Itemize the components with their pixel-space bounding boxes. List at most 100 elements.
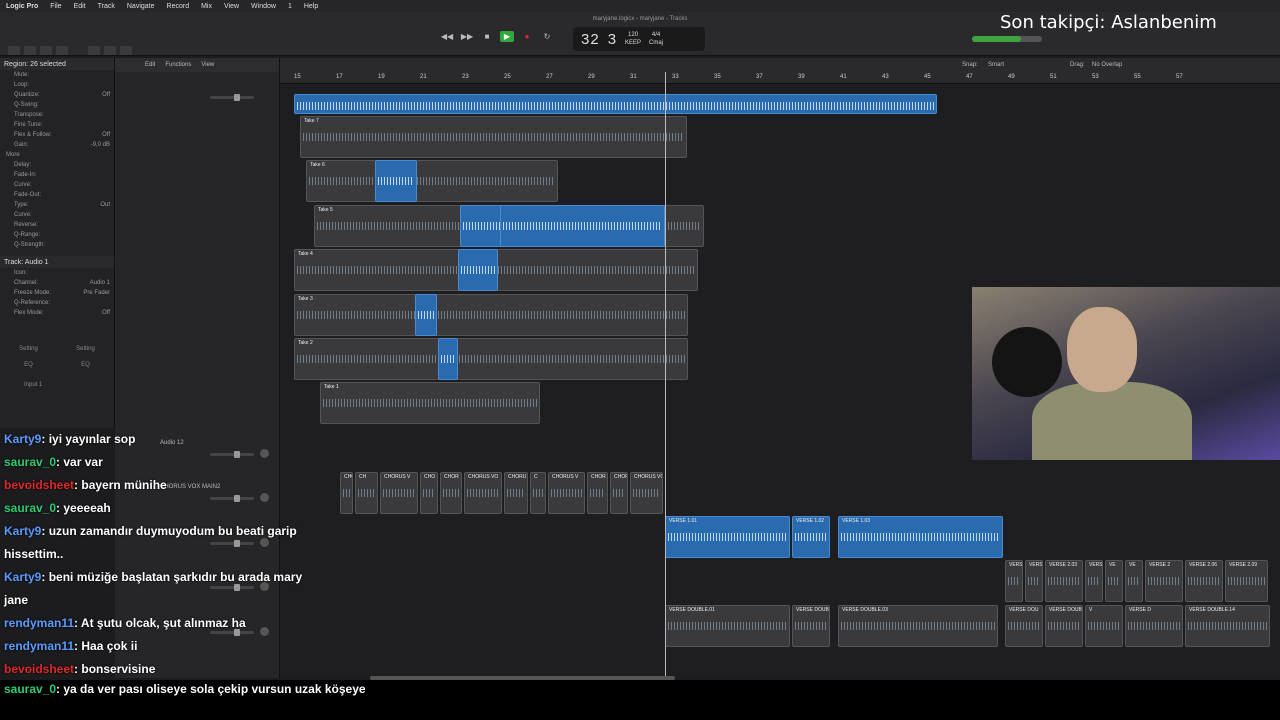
audio-region[interactable]: CHORUS VO xyxy=(630,472,663,514)
audio-region[interactable]: VERSE DOUBLE.01 xyxy=(665,605,790,647)
track-param-row[interactable]: Freeze Mode: Pre Fader xyxy=(0,288,114,298)
audio-region[interactable]: Take 3 xyxy=(294,294,688,336)
quick-help-button[interactable] xyxy=(40,46,52,55)
audio-region[interactable]: Take 6 xyxy=(306,160,558,202)
track-inspector-header[interactable]: Track: Audio 1 xyxy=(0,256,114,268)
menu-track[interactable]: Track xyxy=(98,3,115,10)
stop-button[interactable]: ■ xyxy=(480,31,494,42)
lcd-display[interactable]: 32 3 120 KEEP 4/4 Cmaj xyxy=(573,27,705,51)
more-param-row[interactable]: Delay: xyxy=(0,160,114,170)
region-inspector-header[interactable]: Region: 26 selected xyxy=(0,58,114,70)
track-param-value[interactable]: Audio 1 xyxy=(90,280,110,286)
region-param-row[interactable]: Mute: xyxy=(0,70,114,80)
menu-window[interactable]: Window xyxy=(251,3,276,10)
audio-region[interactable]: VERSE 2.03 xyxy=(1045,560,1083,602)
audio-region[interactable]: VERSE DOU xyxy=(1005,605,1043,647)
toolbar-button[interactable] xyxy=(56,46,68,55)
rewind-button[interactable]: ◀◀ xyxy=(440,31,454,42)
menu-edit[interactable]: Edit xyxy=(74,3,86,10)
audio-region[interactable]: CHO xyxy=(420,472,438,514)
audio-region[interactable]: VERSE 2.09 xyxy=(1225,560,1268,602)
eq-button-1[interactable]: EQ xyxy=(24,362,33,368)
input-slot[interactable]: Input 1 xyxy=(24,382,114,388)
view-menu[interactable]: View xyxy=(201,62,214,68)
volume-fader[interactable] xyxy=(210,94,254,101)
audio-region[interactable]: VE xyxy=(1105,560,1123,602)
more-param-row[interactable]: Fade-Out: xyxy=(0,190,114,200)
more-param-row[interactable]: Curve: xyxy=(0,180,114,190)
more-param-row[interactable]: Fade-In: xyxy=(0,170,114,180)
menu-1[interactable]: 1 xyxy=(288,3,292,10)
audio-region[interactable] xyxy=(415,294,437,336)
more-param-value[interactable]: Out xyxy=(100,202,110,208)
audio-region[interactable]: CHOR xyxy=(610,472,628,514)
functions-menu[interactable]: Functions xyxy=(165,62,191,68)
drag-menu[interactable]: No Overlap xyxy=(1092,62,1122,68)
audio-region[interactable]: CHORUS VO xyxy=(464,472,502,514)
audio-region[interactable] xyxy=(458,249,498,291)
more-param-row[interactable]: Type: Out xyxy=(0,200,114,210)
region-param-row[interactable]: Fine Tune: xyxy=(0,120,114,130)
region-param-value[interactable]: Off xyxy=(102,132,110,138)
master-volume-slider[interactable] xyxy=(972,36,1042,42)
menu-view[interactable]: View xyxy=(224,3,239,10)
audio-region[interactable]: VE xyxy=(1125,560,1143,602)
audio-region[interactable]: VERSE 2 xyxy=(1145,560,1183,602)
region-param-row[interactable]: Loop: xyxy=(0,80,114,90)
audio-region[interactable]: VERS xyxy=(1005,560,1023,602)
track-param-value[interactable]: Off xyxy=(102,310,110,316)
audio-region[interactable]: VERS xyxy=(1025,560,1043,602)
region-param-row[interactable]: Gain: -9,0 dB xyxy=(0,140,114,150)
audio-region[interactable]: CHORUS V xyxy=(548,472,585,514)
audio-region[interactable]: CHORU xyxy=(340,472,353,514)
audio-region[interactable]: VERSE 1.02 xyxy=(792,516,830,558)
library-button[interactable] xyxy=(8,46,20,55)
audio-region[interactable]: VERSE 1.03 xyxy=(838,516,1003,558)
audio-region[interactable]: VERS xyxy=(1085,560,1103,602)
menu-record[interactable]: Record xyxy=(167,3,190,10)
app-menu[interactable]: Logic Pro xyxy=(6,3,38,10)
audio-region[interactable]: VERSE 1.01 xyxy=(665,516,790,558)
region-param-value[interactable]: -9,0 dB xyxy=(91,142,110,148)
audio-region[interactable] xyxy=(294,94,937,114)
edit-menu[interactable]: Edit xyxy=(145,62,155,68)
audio-region[interactable] xyxy=(438,338,458,380)
audio-region[interactable]: VERSE DOUBL xyxy=(792,605,830,647)
audio-region[interactable]: CHOR xyxy=(587,472,608,514)
track-param-value[interactable]: Pre Fader xyxy=(83,290,110,296)
menu-file[interactable]: File xyxy=(50,3,61,10)
region-param-row[interactable]: Quantize: Off xyxy=(0,90,114,100)
audio-region[interactable]: VERSE DOUB xyxy=(1045,605,1083,647)
audio-region[interactable] xyxy=(500,205,665,247)
setting-button-2[interactable]: Setting xyxy=(76,346,95,352)
track-param-row[interactable]: Q-Reference: xyxy=(0,298,114,308)
track-param-row[interactable]: Channel: Audio 1 xyxy=(0,278,114,288)
cycle-button[interactable]: ↻ xyxy=(540,31,554,42)
audio-region[interactable]: Take 2 xyxy=(294,338,688,380)
forward-button[interactable]: ▶▶ xyxy=(460,31,474,42)
track-param-row[interactable]: Flex Mode: Off xyxy=(0,308,114,318)
audio-region[interactable]: Take 1 xyxy=(320,382,540,424)
more-param-row[interactable]: Reverse: xyxy=(0,220,114,230)
more-param-row[interactable]: Q-Strength: xyxy=(0,240,114,250)
audio-region[interactable]: VERSE D xyxy=(1125,605,1183,647)
audio-region[interactable]: VERSE DOUBLE.03 xyxy=(838,605,998,647)
audio-region[interactable]: VERSE 2.06 xyxy=(1185,560,1223,602)
region-param-row[interactable]: Flex & Follow: Off xyxy=(0,130,114,140)
audio-region[interactable]: C xyxy=(530,472,546,514)
audio-region[interactable]: V xyxy=(1085,605,1123,647)
region-param-value[interactable]: Off xyxy=(102,92,110,98)
more-param-row[interactable]: Curve: xyxy=(0,210,114,220)
audio-region[interactable]: VERSE DOUBLE.14 xyxy=(1185,605,1270,647)
audio-region[interactable]: Take 7 xyxy=(300,116,687,158)
bar-ruler[interactable]: 15 17 19 21 23 25 27 29 31 33 35 37 39 41 43 45 47 49 51 53… xyxy=(280,72,1280,84)
record-button[interactable]: ● xyxy=(520,31,534,42)
more-param-row[interactable]: Q-Range: xyxy=(0,230,114,240)
audio-region[interactable]: CH xyxy=(355,472,378,514)
inspector-button[interactable] xyxy=(24,46,36,55)
region-param-row[interactable]: Transpose: xyxy=(0,110,114,120)
smart-controls-button[interactable] xyxy=(88,46,100,55)
audio-region[interactable]: CHORU xyxy=(504,472,528,514)
audio-region[interactable]: CHORUS V xyxy=(380,472,418,514)
menu-help[interactable]: Help xyxy=(304,3,318,10)
